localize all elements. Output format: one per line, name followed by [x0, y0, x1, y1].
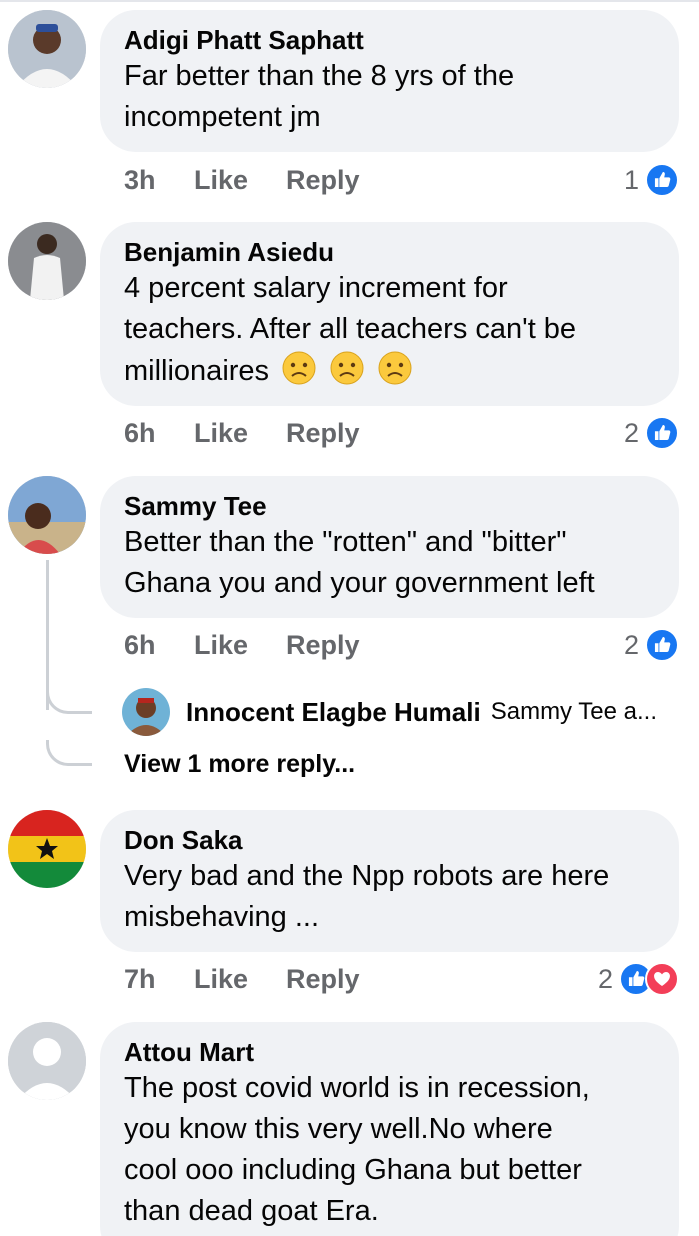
like-icon [645, 416, 679, 450]
comment-text-line: than dead goat Era. [124, 1195, 379, 1227]
comment-text-line: incompetent jm [124, 101, 321, 133]
comment-text-line: The post covid world is in recession, [124, 1072, 590, 1104]
reaction-summary[interactable]: 2 [624, 627, 679, 663]
reply-button[interactable]: Reply [286, 418, 360, 449]
worried-face-icon [282, 351, 316, 385]
comment-text-line: misbehaving ... [124, 901, 320, 933]
avatar[interactable] [122, 688, 170, 736]
comment-bubble: Adigi Phatt Saphatt Far better than the … [100, 10, 679, 152]
reaction-summary[interactable]: 2 [624, 415, 679, 451]
comment-timestamp[interactable]: 3h [124, 165, 194, 196]
comment-author[interactable]: Attou Mart [124, 1036, 655, 1068]
comment-text-line: Ghana you and your government left [124, 567, 595, 599]
comment-text-line-with-emoji: millionaires [124, 350, 655, 392]
reply-preview[interactable]: Innocent Elagbe Humali Sammy Tee a... [122, 688, 692, 736]
comment-bubble: Benjamin Asiedu 4 percent salary increme… [100, 222, 679, 406]
reply-button[interactable]: Reply [286, 630, 360, 661]
reaction-count: 1 [623, 164, 639, 195]
comment-author[interactable]: Sammy Tee [124, 490, 655, 522]
like-button[interactable]: Like [194, 630, 286, 661]
like-button[interactable]: Like [194, 165, 286, 196]
comment-text-line: millionaires [124, 355, 270, 387]
reaction-summary[interactable]: 2 [598, 961, 679, 997]
avatar[interactable] [8, 10, 86, 88]
comment-timestamp[interactable]: 6h [124, 630, 194, 661]
comment-text-line: Far better than the 8 yrs of the [124, 60, 515, 92]
comment-text-line: cool ooo including Ghana but better [124, 1154, 582, 1186]
worried-face-icon [330, 351, 364, 385]
comment-text-line: Very bad and the Npp robots are here [124, 860, 610, 892]
comment-bubble: Don Saka Very bad and the Npp robots are… [100, 810, 679, 952]
thread-branch [46, 688, 92, 714]
top-divider [0, 0, 699, 2]
reaction-count: 2 [597, 963, 613, 994]
comment-timestamp[interactable]: 6h [124, 418, 194, 449]
reaction-count: 2 [623, 629, 639, 660]
view-more-replies-link[interactable]: View 1 more reply... [124, 750, 355, 779]
comment-text-line: teachers. After all teachers can't be [124, 313, 577, 345]
comment-timestamp[interactable]: 7h [124, 964, 194, 995]
like-icon [645, 628, 679, 662]
thread-branch [46, 740, 92, 766]
avatar[interactable] [8, 222, 86, 300]
avatar[interactable] [8, 810, 86, 888]
avatar[interactable] [8, 1022, 86, 1100]
reply-snippet: Sammy Tee a... [490, 698, 658, 725]
comment-bubble: Attou Mart The post covid world is in re… [100, 1022, 679, 1236]
like-button[interactable]: Like [194, 418, 286, 449]
like-button[interactable]: Like [194, 964, 286, 995]
love-icon [645, 962, 679, 996]
reaction-summary[interactable]: 1 [624, 162, 679, 198]
comment-author[interactable]: Adigi Phatt Saphatt [124, 24, 655, 56]
reply-button[interactable]: Reply [286, 964, 360, 995]
like-icon [645, 163, 679, 197]
comment-text-line: 4 percent salary increment for [124, 272, 508, 304]
comment-author[interactable]: Benjamin Asiedu [124, 236, 655, 268]
reaction-count: 2 [623, 417, 639, 448]
reply-button[interactable]: Reply [286, 165, 360, 196]
reply-author[interactable]: Innocent Elagbe Humali [186, 697, 481, 728]
comment-text-line: you know this very well.No where [124, 1113, 553, 1145]
comment-bubble: Sammy Tee Better than the "rotten" and "… [100, 476, 679, 618]
avatar[interactable] [8, 476, 86, 554]
worried-face-icon [378, 351, 412, 385]
comment-text-line: Better than the "rotten" and "bitter" [124, 526, 567, 558]
comment-author[interactable]: Don Saka [124, 824, 655, 856]
